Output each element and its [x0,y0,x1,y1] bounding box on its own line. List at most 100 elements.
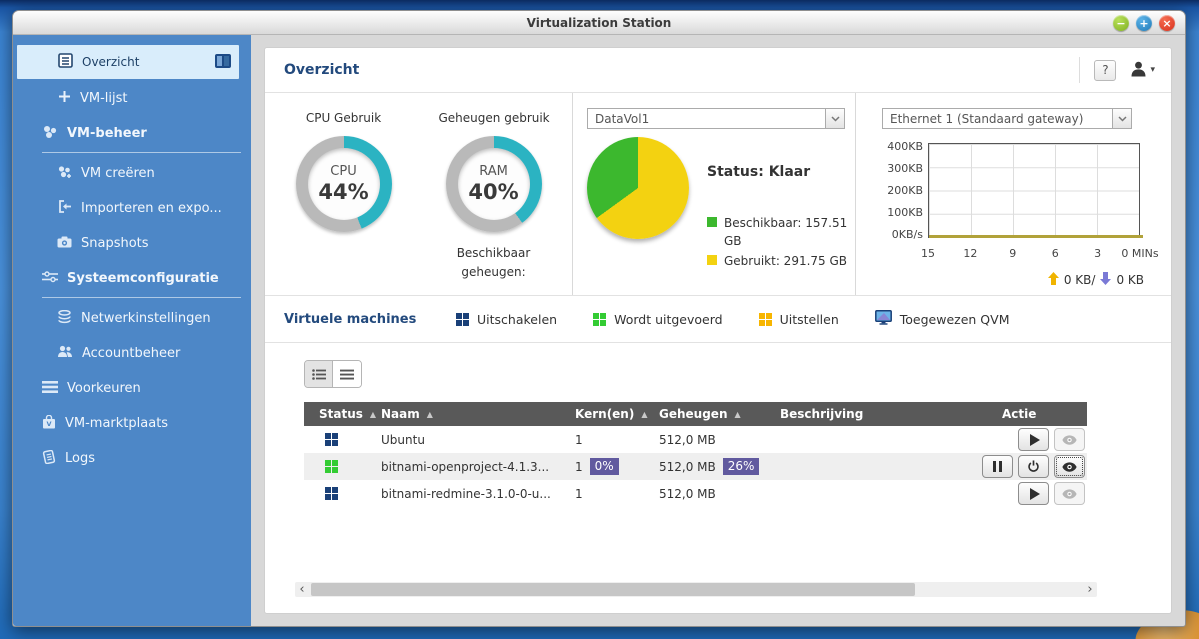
view-console-button [1054,482,1085,505]
user-menu-button[interactable]: ▾ [1130,61,1155,80]
ram-donut-chart: RAM 40% [445,136,542,232]
table-header: Status ▲ Naam ▲ Kern(en) ▲ Geheugen ▲ Beschr… [304,402,1087,426]
vm-memory: 512,0 MB [659,486,716,501]
marketplace-bag-icon: V [42,414,56,433]
preferences-icon [42,380,58,397]
horizontal-scrollbar[interactable]: ‹ › [295,582,1097,597]
sidebar-item-label: VM creëren [81,166,155,181]
sidebar-item-vm-beheer[interactable]: VM-beheer [13,116,251,151]
chevron-down-icon [825,109,844,128]
sidebar-item-voorkeuren[interactable]: Voorkeuren [13,371,251,406]
interface-select[interactable]: Ethernet 1 (Standaard gateway) [882,108,1132,129]
vm-cores: 1 [575,459,583,474]
storage-pie-chart [587,137,689,239]
status-off-icon [325,487,338,500]
scroll-right-arrow[interactable]: › [1083,582,1097,597]
column-header-naam[interactable]: Naam ▲ [381,407,575,421]
legend-running: Wordt uitgevoerd [593,312,723,327]
logs-icon [42,449,56,468]
minimize-button[interactable]: − [1113,15,1129,31]
column-header-geheugen[interactable]: Geheugen ▲ [659,407,780,421]
status-running-icon [593,312,607,326]
network-stack-icon [57,309,72,328]
green-square-icon [707,217,717,227]
sidebar-divider [42,297,241,298]
sidebar-item-label: VM-beheer [67,126,147,141]
sort-arrow-icon: ▲ [369,409,377,419]
vm-table: Status ▲ Naam ▲ Kern(en) ▲ Geheugen ▲ Beschr… [304,402,1087,507]
window-titlebar[interactable]: Virtualization Station − + × [13,11,1185,35]
column-header-actie: Actie [1002,407,1037,421]
memory-usage-badge: 26% [722,458,760,475]
table-row[interactable]: bitnami-openproject-4.1.3... 1 0% 512,0 … [304,453,1087,480]
sidebar-item-importeren-exporteren[interactable]: Importeren en expo... [13,191,251,226]
cpu-usage-badge: 0% [589,458,619,475]
list-view-button[interactable] [333,361,361,387]
sidebar-item-systeemconfiguratie[interactable]: Systeemconfiguratie [13,261,251,296]
detail-view-button[interactable] [305,361,333,387]
table-row[interactable]: bitnami-redmine-3.1.0-0-u... 1 512,0 MB [304,480,1087,507]
collapse-sidebar-icon[interactable] [215,53,231,71]
vm-name: bitnami-openproject-4.1.3... [381,459,550,474]
view-console-button[interactable] [1054,455,1085,478]
maximize-button[interactable]: + [1136,15,1152,31]
download-value: 0 KB [1116,273,1144,287]
sort-arrow-icon: ▲ [426,409,433,419]
ram-gauge-title: Geheugen gebruik [438,111,550,125]
column-header-kernen[interactable]: Kern(en) ▲ [575,407,659,421]
sidebar-item-label: Netwerkinstellingen [81,311,211,326]
chevron-down-icon [1112,109,1131,128]
power-off-vm-button[interactable] [1018,455,1049,478]
start-vm-button[interactable] [1018,428,1049,451]
cpu-donut-chart: CPU 44% [295,136,392,232]
card-header: Overzicht ? ▾ [265,48,1171,93]
scrollbar-thumb[interactable] [311,583,915,596]
sidebar-item-netwerkinstellingen[interactable]: Netwerkinstellingen [13,301,251,336]
network-plot-area [928,143,1143,238]
upload-value: 0 KB/ [1063,273,1096,287]
overview-card: Overzicht ? ▾ CPU Gebruik CPU 44% Geheug… [264,47,1172,614]
sidebar-item-label: VM-lijst [80,91,128,106]
ram-gauge-label: RAM [479,164,508,179]
scrollbar-track[interactable] [309,582,1083,597]
start-vm-button[interactable] [1018,482,1049,505]
vm-name: bitnami-redmine-3.1.0-0-u... [381,486,551,501]
overview-icon [58,53,73,71]
view-toggle-row [265,343,1171,388]
table-row[interactable]: Ubuntu 1 512,0 MB [304,426,1087,453]
cpu-gauge-label: CPU [330,164,357,179]
sidebar-item-logs[interactable]: Logs [13,441,251,476]
pause-vm-button[interactable] [982,455,1013,478]
vm-manage-icon [42,125,58,143]
sidebar-item-vm-lijst[interactable]: VM-lijst [13,81,251,116]
network-panel: Ethernet 1 (Standaard gateway) 400KB 300… [856,93,1171,295]
ram-gauge: Geheugen gebruik RAM 40% Beschikbaar geh… [438,111,550,295]
cpu-gauge-title: CPU Gebruik [305,111,382,125]
sidebar-item-snapshots[interactable]: Snapshots [13,226,251,261]
sidebar-item-overzicht[interactable]: Overzicht [17,45,239,79]
vm-create-icon [57,165,72,182]
sidebar-item-vm-creeren[interactable]: VM creëren [13,156,251,191]
sidebar: Overzicht VM-lijst VM-beheer VM creëren … [13,35,251,626]
yellow-square-icon [707,255,717,265]
sidebar-item-label: Snapshots [81,236,149,251]
scroll-left-arrow[interactable]: ‹ [295,582,309,597]
sidebar-item-vm-marktplaats[interactable]: V VM-marktplaats [13,406,251,441]
close-button[interactable]: × [1159,15,1175,31]
users-icon [57,345,73,362]
ram-gauge-value: 40% [468,180,519,204]
network-transfer-summary: 0 KB/ 0 KB [882,272,1144,288]
network-chart: 400KB 300KB 200KB 100KB 0KB/s [882,140,1171,241]
column-header-beschrijving[interactable]: Beschrijving [780,407,967,421]
sidebar-item-accountbeheer[interactable]: Accountbeheer [13,336,251,371]
vm-section-title: Virtuele machines [284,311,417,327]
vm-cores: 1 [575,432,583,447]
legend-assigned-qvm: Toegewezen QVM [874,310,1009,328]
volume-select[interactable]: DataVol1 [587,108,845,129]
network-x-axis: 15 12 9 6 3 0 MINs [921,247,1159,260]
help-button[interactable]: ? [1094,59,1117,81]
column-header-status[interactable]: Status ▲ [304,407,381,421]
usage-gauges-panel: CPU Gebruik CPU 44% Geheugen gebruik RAM… [265,93,573,295]
storage-panel: DataVol1 Status: Klaar Beschikbaar: 157.… [573,93,856,295]
status-suspended-icon [758,312,772,326]
